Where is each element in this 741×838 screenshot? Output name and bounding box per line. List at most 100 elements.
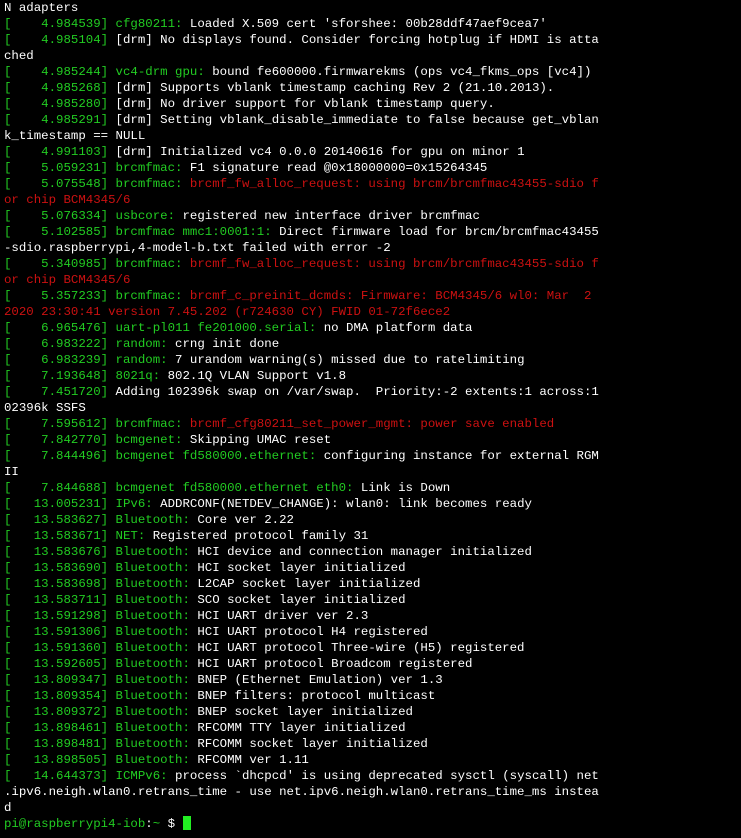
log-line: [ 13.591306] Bluetooth: HCI UART protoco… — [4, 624, 741, 640]
log-line: [ 7.844496] bcmgenet fd580000.ethernet: … — [4, 448, 741, 464]
log-segment: [ 13.591298] Bluetooth: — [4, 609, 198, 623]
log-segment: HCI UART protocol H4 registered — [197, 625, 428, 639]
log-segment: process `dhcpcd' is using deprecated sys… — [175, 769, 599, 783]
log-line: [ 4.985104] [drm] No displays found. Con… — [4, 32, 741, 48]
log-line: [ 5.075548] brcmfmac: brcmf_fw_alloc_req… — [4, 176, 741, 192]
log-segment: [ 7.842770] bcmgenet: — [4, 433, 190, 447]
log-line: 2020 23:30:41 version 7.45.202 (r724630 … — [4, 304, 741, 320]
log-line: [ 5.357233] brcmfmac: brcmf_c_preinit_dc… — [4, 288, 741, 304]
log-segment: N adapters — [4, 1, 79, 15]
log-segment: [drm] Initialized vc4 0.0.0 20140616 for… — [115, 145, 525, 159]
log-segment: 02396k SSFS — [4, 401, 86, 415]
log-line: [ 4.991103] [drm] Initialized vc4 0.0.0 … — [4, 144, 741, 160]
log-line: [ 4.985268] [drm] Supports vblank timest… — [4, 80, 741, 96]
log-line: [ 13.809354] Bluetooth: BNEP filters: pr… — [4, 688, 741, 704]
log-segment: L2CAP socket layer initialized — [197, 577, 421, 591]
log-segment: brcmf_fw_alloc_request: using brcm/brcmf… — [189, 177, 599, 191]
log-segment: [ 4.985244] vc4-drm gpu: — [4, 65, 213, 79]
log-segment: [ 5.075548] brcmfmac: — [4, 177, 190, 191]
log-line: [ 13.583671] NET: Registered protocol fa… — [4, 528, 741, 544]
log-segment: [ 13.809354] Bluetooth: — [4, 689, 198, 703]
log-segment: [ 14.644373] ICMPv6: — [4, 769, 176, 783]
log-segment: brcmf_fw_alloc_request: using brcm/brcmf… — [189, 257, 599, 271]
log-line: .ipv6.neigh.wlan0.retrans_time - use net… — [4, 784, 741, 800]
log-line: [ 13.583690] Bluetooth: HCI socket layer… — [4, 560, 741, 576]
log-segment: bound fe600000.firmwarekms (ops vc4_fkms… — [212, 65, 592, 79]
log-segment: d — [4, 801, 12, 815]
log-segment: [ 4.984539] cfg80211: — [4, 17, 190, 31]
log-segment: HCI UART protocol Broadcom registered — [197, 657, 473, 671]
log-segment: BNEP filters: protocol multicast — [197, 689, 436, 703]
log-line: [ 13.898481] Bluetooth: RFCOMM socket la… — [4, 736, 741, 752]
log-segment: [ 13.809347] Bluetooth: — [4, 673, 198, 687]
log-line: [ 4.985244] vc4-drm gpu: bound fe600000.… — [4, 64, 741, 80]
log-segment: [ 4.985280] — [4, 97, 116, 111]
kernel-log-output: N adapters[ 4.984539] cfg80211: Loaded X… — [4, 0, 741, 816]
log-segment: [ 6.965476] uart-pl011 fe201000.serial: — [4, 321, 324, 335]
log-segment: [ 13.809372] Bluetooth: — [4, 705, 198, 719]
log-line: [ 13.591298] Bluetooth: HCI UART driver … — [4, 608, 741, 624]
log-segment: .ipv6.neigh.wlan0.retrans_time - use net… — [4, 785, 599, 799]
log-segment: 7 urandom warning(s) missed due to ratel… — [175, 353, 525, 367]
log-segment: or chip BCM4345/6 — [4, 193, 131, 207]
log-segment: brcmf_cfg80211_set_power_mgmt: power sav… — [189, 417, 555, 431]
log-line: [ 7.451720] Adding 102396k swap on /var/… — [4, 384, 741, 400]
log-segment: [ 7.844496] bcmgenet fd580000.ethernet: — [4, 449, 324, 463]
log-segment: [ 13.583627] Bluetooth: — [4, 513, 198, 527]
log-line: -sdio.raspberrypi,4-model-b.txt failed w… — [4, 240, 741, 256]
log-segment: [drm] Setting vblank_disable_immediate t… — [115, 113, 599, 127]
log-line: [ 4.984539] cfg80211: Loaded X.509 cert … — [4, 16, 741, 32]
log-segment: [ 5.059231] brcmfmac: — [4, 161, 190, 175]
text-cursor — [183, 816, 192, 830]
log-segment: HCI device and connection manager initia… — [197, 545, 532, 559]
log-line: [ 7.844688] bcmgenet fd580000.ethernet e… — [4, 480, 741, 496]
log-segment: crng init done — [175, 337, 280, 351]
log-segment: [ 13.583690] Bluetooth: — [4, 561, 198, 575]
log-line: [ 13.583711] Bluetooth: SCO socket layer… — [4, 592, 741, 608]
log-line: k_timestamp == NULL — [4, 128, 741, 144]
log-line: [ 14.644373] ICMPv6: process `dhcpcd' is… — [4, 768, 741, 784]
log-segment: [ 13.898461] Bluetooth: — [4, 721, 198, 735]
log-segment: Loaded X.509 cert 'sforshee: 00b28ddf47a… — [189, 17, 547, 31]
log-segment: [drm] No displays found. Consider forcin… — [115, 33, 599, 47]
prompt-symbol: $ — [160, 817, 183, 831]
log-segment: [ 5.076334] usbcore: — [4, 209, 183, 223]
log-segment: [ 7.844688] bcmgenet fd580000.ethernet e… — [4, 481, 361, 495]
log-segment: [drm] No driver support for vblank times… — [115, 97, 495, 111]
log-line: [ 5.076334] usbcore: registered new inte… — [4, 208, 741, 224]
log-line: [ 7.595612] brcmfmac: brcmf_cfg80211_set… — [4, 416, 741, 432]
log-line: [ 5.340985] brcmfmac: brcmf_fw_alloc_req… — [4, 256, 741, 272]
log-segment: [ 13.591360] Bluetooth: — [4, 641, 198, 655]
log-segment: RFCOMM socket layer initialized — [197, 737, 428, 751]
log-segment: F1 signature read @0x18000000=0x15264345 — [189, 161, 488, 175]
log-line: [ 13.583627] Bluetooth: Core ver 2.22 — [4, 512, 741, 528]
log-segment: [ 13.583671] NET: — [4, 529, 153, 543]
log-segment: [ 13.591306] Bluetooth: — [4, 625, 198, 639]
terminal-window[interactable]: N adapters[ 4.984539] cfg80211: Loaded X… — [0, 0, 741, 838]
log-line: ched — [4, 48, 741, 64]
log-segment: [ 5.357233] brcmfmac: — [4, 289, 190, 303]
log-segment: BNEP socket layer initialized — [197, 705, 413, 719]
log-segment: [ 13.583698] Bluetooth: — [4, 577, 198, 591]
log-line: [ 13.005231] IPv6: ADDRCONF(NETDEV_CHANG… — [4, 496, 741, 512]
log-segment: HCI socket layer initialized — [197, 561, 406, 575]
log-segment: [ 13.583711] Bluetooth: — [4, 593, 198, 607]
log-line: 02396k SSFS — [4, 400, 741, 416]
log-segment: Link is Down — [360, 481, 451, 495]
log-segment: Skipping UMAC reset — [189, 433, 332, 447]
log-line: [ 13.591360] Bluetooth: HCI UART protoco… — [4, 640, 741, 656]
log-segment: no DMA platform data — [323, 321, 473, 335]
log-segment: registered new interface driver brcmfmac — [182, 209, 480, 223]
log-segment: II — [4, 465, 19, 479]
log-segment: k_timestamp == NULL — [4, 129, 146, 143]
log-line: [ 5.059231] brcmfmac: F1 signature read … — [4, 160, 741, 176]
log-segment: [ 4.985104] — [4, 33, 116, 47]
log-segment: RFCOMM TTY layer initialized — [197, 721, 406, 735]
log-line: [ 6.983239] random: 7 urandom warning(s)… — [4, 352, 741, 368]
log-line: [ 13.898505] Bluetooth: RFCOMM ver 1.11 — [4, 752, 741, 768]
log-segment: [ 5.340985] brcmfmac: — [4, 257, 190, 271]
log-segment: [ 7.451720] — [4, 385, 116, 399]
shell-prompt-line[interactable]: pi@raspberrypi4-iob:~ $ — [4, 816, 741, 832]
log-segment: [drm] Supports vblank timestamp caching … — [115, 81, 555, 95]
log-line: [ 7.193648] 8021q: 802.1Q VLAN Support v… — [4, 368, 741, 384]
